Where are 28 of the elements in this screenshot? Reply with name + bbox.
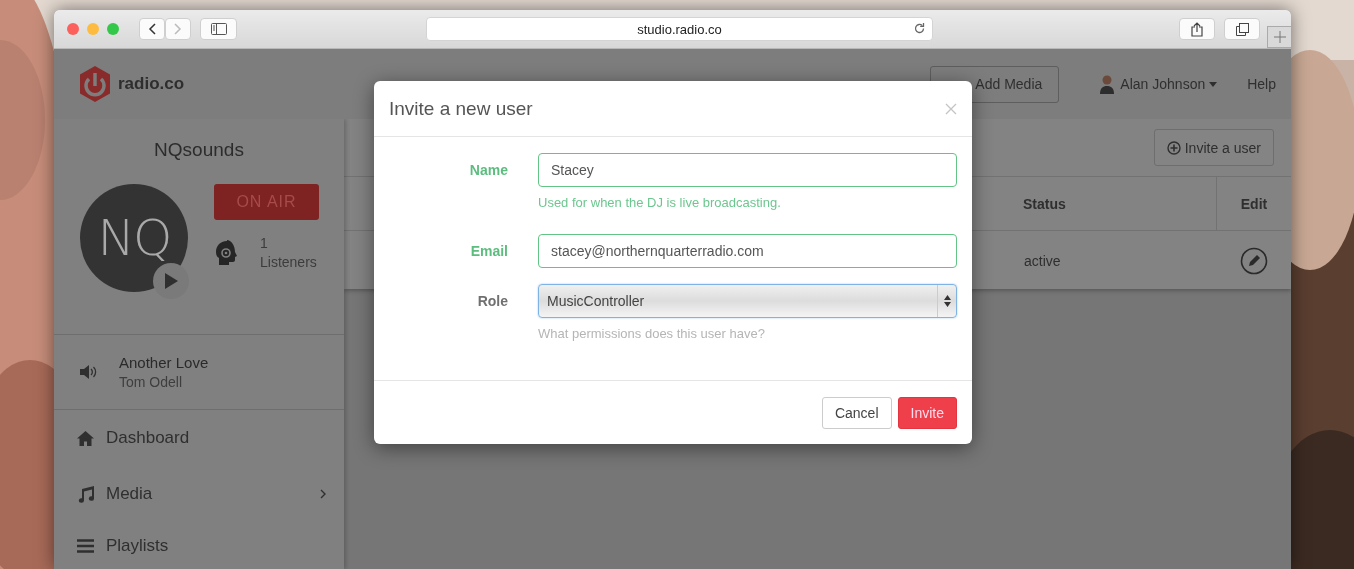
listener-count: 1 (260, 234, 269, 253)
invite-user-button[interactable]: Invite a user (1153, 129, 1274, 166)
listeners-label: Listeners (260, 253, 317, 272)
station-avatar: NQ (80, 184, 188, 292)
field-label: Name (468, 161, 508, 180)
nav-item[interactable]: Playlists (54, 522, 344, 569)
help-text: Used for when the DJ is live broadcasting. (538, 195, 782, 210)
role-select[interactable]: MusicController (538, 284, 957, 318)
field-label: Role (476, 292, 508, 311)
column-header: Status (1023, 195, 1067, 212)
invite-button[interactable]: Invite (897, 396, 957, 429)
station-name: NQsounds (153, 138, 245, 162)
column-header: Edit (1216, 177, 1291, 230)
nav-item[interactable]: Media (54, 466, 344, 522)
track-title: Another Love (119, 354, 209, 371)
help-text: What permissions does this user have? (538, 326, 766, 341)
logo-text: radio.co (118, 74, 185, 94)
dialog-title: Invite a new user (389, 97, 534, 120)
status-cell-text: active (1024, 252, 1062, 269)
address-field[interactable]: studio.radio.co (426, 17, 933, 41)
nav-item[interactable]: Dashboard (54, 410, 344, 466)
help-link[interactable]: Help (1247, 76, 1276, 92)
input-field[interactable]: stacey@northernquarterradio.com (538, 234, 957, 268)
field-label: Email (469, 242, 508, 261)
user-menu[interactable]: Alan Johnson (1120, 76, 1218, 92)
track-artist: Tom Odell (119, 374, 184, 390)
cancel-button[interactable]: Cancel (821, 396, 892, 429)
input-field[interactable]: Stacey (538, 153, 957, 187)
